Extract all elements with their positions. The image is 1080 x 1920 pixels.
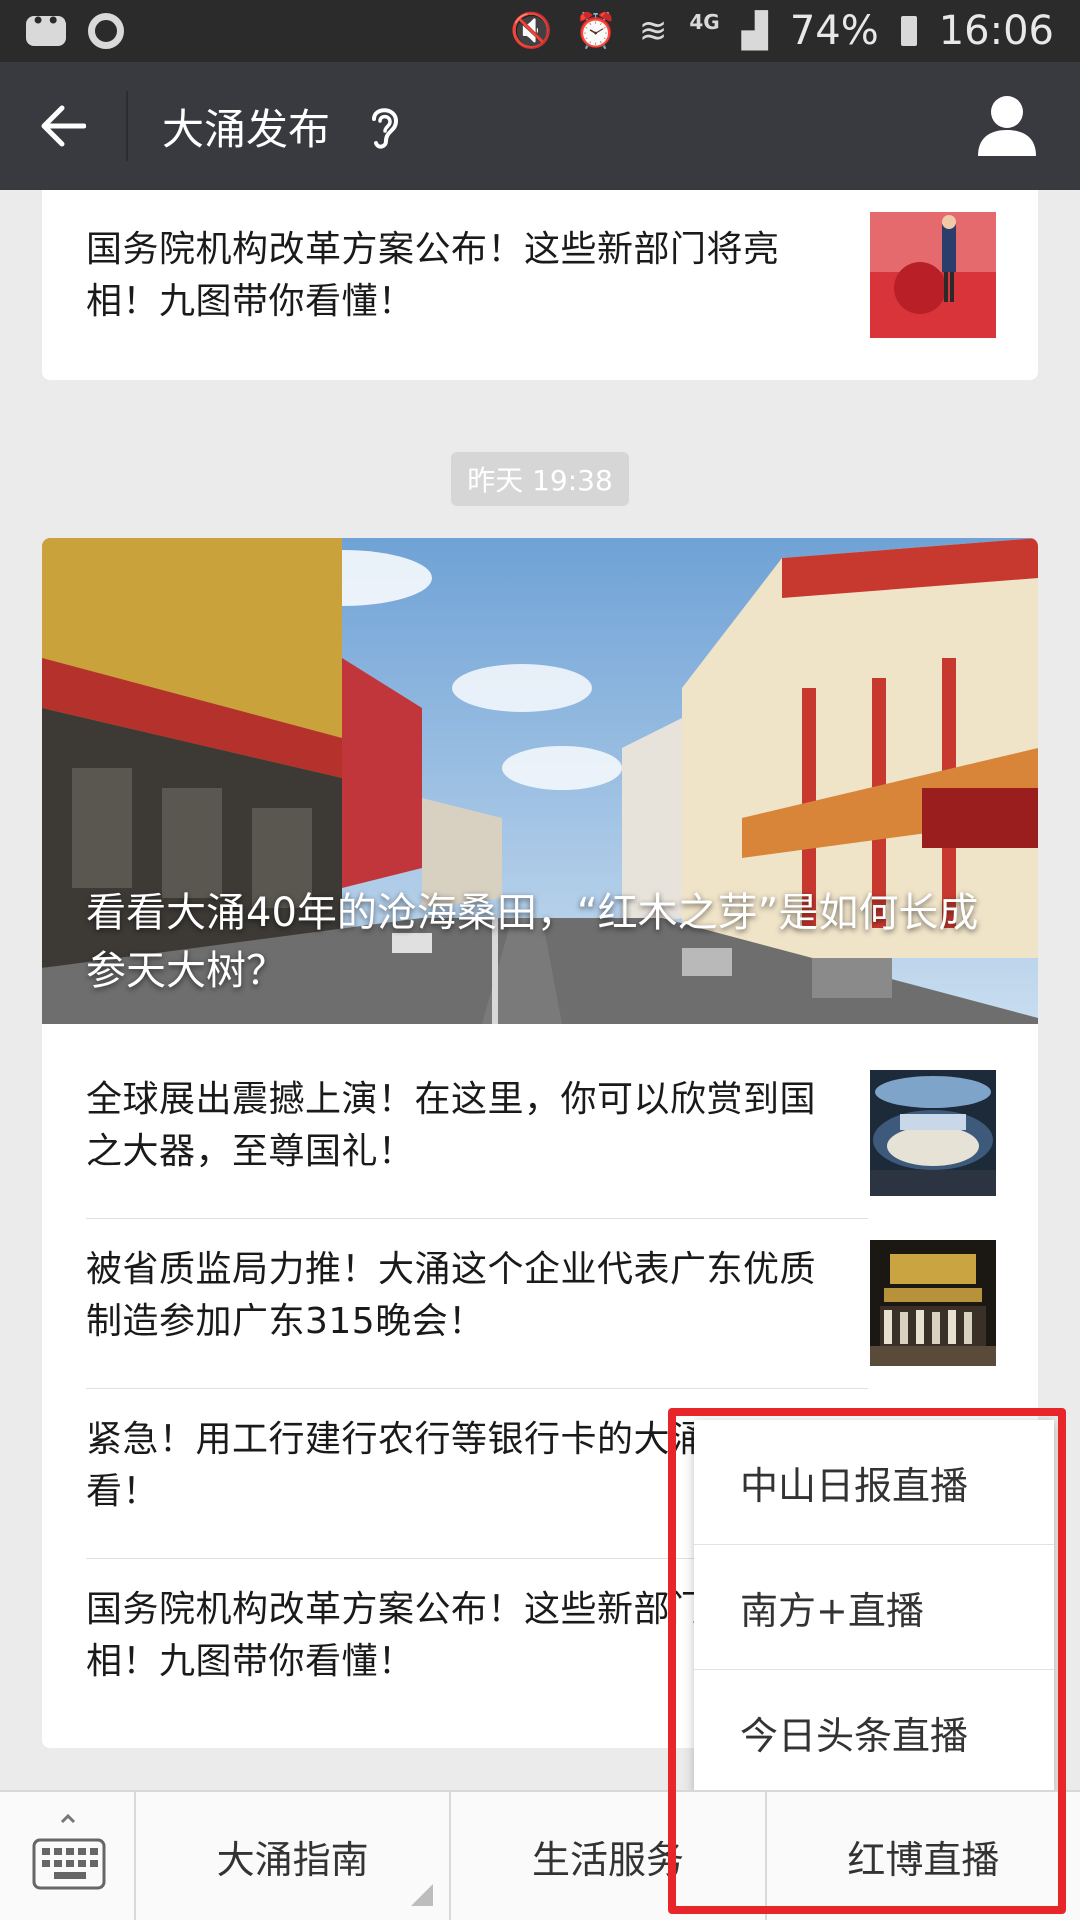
tab-dayong-guide[interactable]: 大涌指南 (136, 1792, 452, 1920)
article-title: 被省质监局力推！大涌这个企业代表广东优质制造参加广东315晚会！ (86, 1249, 817, 1342)
clock: 16:06 (938, 8, 1054, 54)
banquet-hall-thumbnail (870, 1070, 996, 1196)
wifi-icon: ≋ (638, 11, 668, 51)
battery-icon (900, 16, 917, 46)
hero-article-title: 看看大涌40年的沧海桑田，“红木之芽”是如何长成参天大树？ (86, 890, 979, 994)
back-button[interactable] (0, 62, 126, 190)
alarm-icon: ⏰ (574, 11, 617, 51)
tab-label: 大涌指南 (216, 1837, 369, 1882)
article-item[interactable]: 被省质监局力推！大涌这个企业代表广东优质制造参加广东315晚会！ (86, 1244, 994, 1348)
profile-icon[interactable] (972, 90, 1042, 160)
keyboard-icon (32, 1813, 106, 1890)
back-arrow-icon (41, 105, 86, 147)
stage-event-thumbnail (870, 1240, 996, 1366)
tab-label: 生活服务 (531, 1837, 684, 1882)
submenu-indicator-icon (411, 1884, 434, 1906)
item-divider (86, 1388, 868, 1389)
chat-notification-icon (26, 7, 76, 46)
message-timestamp: 昨天 19:38 (451, 452, 629, 506)
article-item[interactable]: 全球展出震撼上演！在这里，你可以欣赏到国之大器，至尊国礼！ (86, 1074, 994, 1178)
article-thumbnail (870, 212, 996, 338)
article-title: 全球展出震撼上演！在这里，你可以欣赏到国之大器，至尊国礼！ (86, 1079, 817, 1172)
app-notification-icon (88, 13, 124, 49)
item-divider (86, 1218, 868, 1219)
network-type: 4G (689, 10, 720, 34)
article-card-previous[interactable]: 国务院机构改革方案公布！这些新部门将亮相！九图带你看懂！ (42, 190, 1038, 380)
signal-icon: ▟ (741, 11, 768, 51)
nav-bar: 大涌发布 (0, 62, 1080, 190)
article-item[interactable]: 国务院机构改革方案公布！这些新部门将亮相！九图带你看懂！ (86, 224, 994, 328)
keyboard-toggle-button[interactable] (0, 1792, 136, 1920)
ear-icon[interactable] (366, 101, 402, 151)
highlight-box (668, 1408, 1066, 1914)
mute-icon: 🔇 (510, 11, 553, 51)
battery-percent: 74% (789, 8, 879, 54)
article-title: 国务院机构改革方案公布！这些新部门将亮相！九图带你看懂！ (86, 229, 780, 322)
hero-article[interactable]: 看看大涌40年的沧海桑田，“红木之芽”是如何长成参天大树？ (42, 538, 1038, 1024)
nav-divider (126, 91, 128, 161)
status-bar: 🔇 ⏰ ≋ 4G ▟ 74% 16:06 (0, 0, 1080, 62)
page-title: 大涌发布 (162, 104, 331, 154)
